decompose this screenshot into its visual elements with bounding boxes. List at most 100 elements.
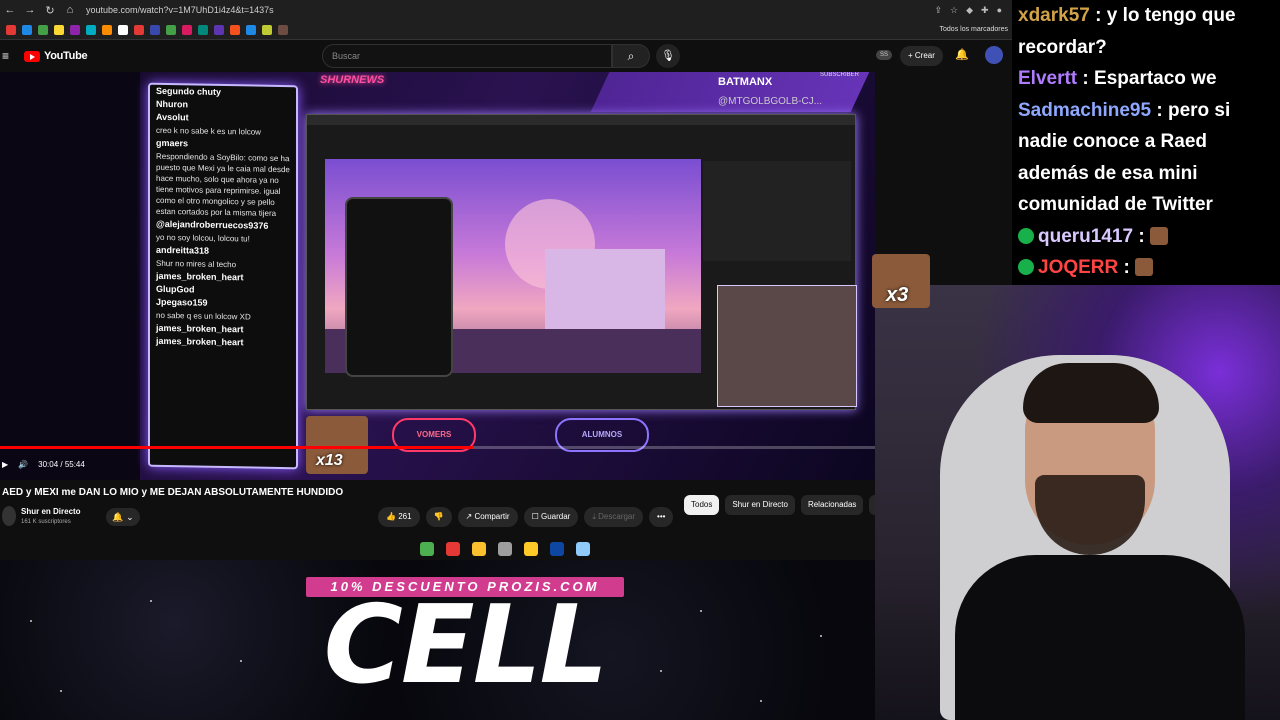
mic-icon: 🎙 xyxy=(661,50,675,62)
emote-count: x13 xyxy=(316,452,343,469)
all-bookmarks[interactable]: Todos los marcadores xyxy=(940,26,1012,33)
stream-chat-panel: Segundo chuty Nhuron Avsolut creo k no s… xyxy=(148,82,298,470)
bookmark-icon[interactable] xyxy=(38,24,48,35)
like-button[interactable]: 👍 261 xyxy=(378,507,420,527)
chat-line-cont: recordar? xyxy=(1018,36,1107,58)
forward-icon[interactable]: → xyxy=(20,4,40,16)
subscriber-count: 161 K suscriptores xyxy=(21,519,71,525)
dislike-button[interactable]: 👎 xyxy=(425,507,452,527)
browser-window: ← → ↻ ⌂ youtube.com/watch?v=1M7UhD1i4z4&… xyxy=(0,0,1012,560)
emote-x13: x13 xyxy=(306,416,368,474)
download-button[interactable]: ⤓ Descargar xyxy=(584,507,644,527)
chat-line: Elvertt : Espartaco we xyxy=(1012,63,1280,95)
app-icon[interactable] xyxy=(420,542,434,556)
chip-todos[interactable]: Todos xyxy=(684,495,720,515)
streamer-hair xyxy=(1023,363,1159,423)
bookmark-icon[interactable] xyxy=(70,24,80,35)
bookmark-icon[interactable] xyxy=(230,24,240,35)
extension-icon[interactable]: ◆ xyxy=(966,5,973,16)
bookmark-icon[interactable] xyxy=(6,24,16,35)
star-icon[interactable]: ☆ xyxy=(950,5,958,16)
bookmark-icon[interactable] xyxy=(54,24,64,35)
address-bar[interactable]: youtube.com/watch?v=1M7UhD1i4z4&t=1437s xyxy=(86,5,274,15)
share-button[interactable]: ↗ Compartir xyxy=(457,507,518,527)
youtube-wordmark: YouTube xyxy=(44,50,88,62)
save-button[interactable]: ☐ Guardar xyxy=(523,507,579,527)
subscribe-bell-button[interactable]: 🔔 ⌄ xyxy=(106,508,140,526)
back-icon[interactable]: ← xyxy=(0,4,20,16)
chat-line-cont: comunidad de Twitter xyxy=(1018,194,1213,215)
bookmark-icon[interactable] xyxy=(118,24,128,35)
chip-channel[interactable]: Shur en Directo xyxy=(725,495,795,515)
bookmark-icon[interactable] xyxy=(22,24,32,35)
action-bar: 👍 261 👎 ↗ Compartir ☐ Guardar ⤓ Descarga… xyxy=(378,507,674,527)
bookmark-icon[interactable] xyxy=(182,24,192,35)
search-icon: ⌕ xyxy=(627,49,635,63)
bookmark-icon[interactable] xyxy=(86,24,96,35)
play-icon[interactable]: ▶ xyxy=(2,460,8,469)
notifications-icon[interactable]: 🔔 xyxy=(955,48,969,61)
youtube-header: ≡ YouTube Buscar ⌕ 🎙 SS + Crear 🔔 xyxy=(0,40,1012,72)
more-actions-button[interactable]: ••• xyxy=(649,507,674,527)
phone-overlay xyxy=(345,197,453,377)
volume-icon[interactable]: 🔊 xyxy=(18,460,28,469)
menu-icon[interactable]: ≡ xyxy=(2,49,16,63)
chrome-icon[interactable] xyxy=(472,542,486,556)
time-display: 30:04 / 55:44 xyxy=(38,459,85,469)
chat-line: Sadmachine95 : pero si xyxy=(1012,95,1280,127)
promo-word: CELL xyxy=(323,583,609,708)
app-icon[interactable] xyxy=(498,542,512,556)
bookmark-icon[interactable] xyxy=(102,24,112,35)
create-button[interactable]: + Crear xyxy=(900,46,943,66)
photoshop-icon[interactable] xyxy=(550,542,564,556)
chat-username: xdark57 xyxy=(1018,5,1090,26)
recommended-list xyxy=(703,161,851,261)
ss-badge[interactable]: SS xyxy=(876,50,892,60)
shurnews-logo: SHURNEWS xyxy=(320,74,385,86)
reload-icon[interactable]: ↻ xyxy=(40,4,60,17)
channel-avatar[interactable] xyxy=(2,506,16,526)
bookmark-icon[interactable] xyxy=(278,24,288,35)
emote-x3: x3 xyxy=(872,254,930,308)
app-icon[interactable] xyxy=(576,542,590,556)
badge-icon xyxy=(1018,259,1034,275)
bookmark-icon[interactable] xyxy=(214,24,224,35)
more-icon: ••• xyxy=(657,512,666,521)
channel-name[interactable]: Shur en Directo xyxy=(21,507,81,516)
progress-bar[interactable] xyxy=(0,446,875,449)
app-icon[interactable] xyxy=(446,542,460,556)
chat-text: : xyxy=(1123,257,1130,278)
chat-text: : y lo tengo que xyxy=(1095,5,1236,26)
puzzle-icon[interactable]: ✚ xyxy=(981,5,989,16)
share-icon[interactable]: ⇪ xyxy=(934,5,942,16)
chat-text: : Espartaco we xyxy=(1082,68,1217,89)
bookmark-icon[interactable] xyxy=(150,24,160,35)
search-input[interactable]: Buscar xyxy=(322,44,612,68)
voice-search-button[interactable]: 🎙 xyxy=(656,44,680,68)
bookmark-icon[interactable] xyxy=(134,24,144,35)
bookmark-icon[interactable] xyxy=(198,24,208,35)
bookmark-icon[interactable] xyxy=(166,24,176,35)
emote-icon xyxy=(1149,226,1168,245)
home-icon[interactable]: ⌂ xyxy=(60,4,80,16)
emote-icon xyxy=(1135,258,1154,276)
stream-chat-overlay: xdark57 : y lo tengo que recordar? Elver… xyxy=(1012,0,1280,285)
chat-message: Respondiendo a SoyBilo: como se ha puest… xyxy=(156,151,290,218)
youtube-play-icon xyxy=(24,50,40,62)
create-label: Crear xyxy=(914,51,935,60)
folder-icon[interactable] xyxy=(524,542,538,556)
chat-text: : xyxy=(1138,225,1145,247)
search-button[interactable]: ⌕ xyxy=(612,44,650,68)
profile-icon[interactable]: ● xyxy=(997,5,1002,16)
youtube-logo[interactable]: YouTube xyxy=(24,50,88,62)
avatar[interactable] xyxy=(985,46,1003,64)
bookmark-icon[interactable] xyxy=(246,24,256,35)
chat-username: queru1417 xyxy=(1038,225,1134,247)
chip-related[interactable]: Relacionadas xyxy=(800,495,864,515)
chat-line: xdark57 : y lo tengo que xyxy=(1012,0,1280,32)
emote-count: x3 xyxy=(886,284,909,306)
bookmark-icon[interactable] xyxy=(262,24,272,35)
download-icon: ⤓ xyxy=(592,512,596,521)
chat-line: queru1417 : xyxy=(1012,221,1280,253)
video-player[interactable]: SHURNEWS BATMANX @MTGOLBGOLB-CJ... SUBSC… xyxy=(0,72,875,480)
